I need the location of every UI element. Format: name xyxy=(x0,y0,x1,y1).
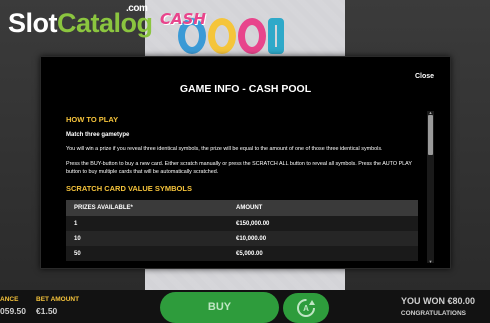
game-logo: CASH xyxy=(160,10,330,58)
autoplay-icon: A xyxy=(297,299,315,317)
modal-title: GAME INFO - CASH POOL xyxy=(179,83,312,95)
table-row: 1 €150,000.00 xyxy=(66,216,418,232)
balance-label: ANCE xyxy=(0,296,19,303)
ring-o2 xyxy=(238,18,266,54)
prize-count: 50 xyxy=(74,250,81,257)
prize-count: 10 xyxy=(74,235,81,242)
balance-value: 059.50 xyxy=(0,306,26,316)
match-three-heading: Match three gametype xyxy=(66,132,130,138)
site-logo: SlotCatalog .com xyxy=(8,3,153,39)
rules-paragraph-2: Press the BUY-button to buy a new card. … xyxy=(66,161,412,176)
prize-amount: €5,000.00 xyxy=(236,250,263,257)
prize-amount: €10,000.00 xyxy=(236,235,267,242)
svg-text:A: A xyxy=(303,304,309,313)
site-logo-com: .com xyxy=(126,3,148,14)
congratulations-text: CONGRATULATIONS xyxy=(400,310,466,317)
autoplay-button[interactable]: A xyxy=(283,293,329,323)
scratch-values-heading: SCRATCH CARD VALUE SYMBOLS xyxy=(66,184,192,194)
close-button[interactable]: Close xyxy=(415,73,434,80)
how-to-play-heading: HOW TO PLAY xyxy=(66,115,119,124)
prize-amount: €150,000.00 xyxy=(236,220,270,227)
game-logo-cash: CASH xyxy=(160,10,206,28)
win-amount: YOU WON €80.00 xyxy=(400,296,475,306)
ring-o1 xyxy=(208,18,236,54)
table-row: 50 €5,000.00 xyxy=(66,246,418,262)
site-logo-slot: Slot xyxy=(8,8,58,38)
ring-l xyxy=(268,18,284,54)
table-row: 10 €10,000.00 xyxy=(66,231,418,247)
game-info-modal: Close GAME INFO - CASH POOL HOW TO PLAY … xyxy=(40,56,451,269)
bet-amount-value[interactable]: €1.50 xyxy=(36,306,57,316)
bet-amount-label: BET AMOUNT xyxy=(36,296,80,303)
rules-paragraph-1: You will win a prize if you reveal three… xyxy=(66,146,383,152)
prize-table: PRIZES AVAILABLE* AMOUNT 1 €150,000.00 1… xyxy=(66,200,418,262)
modal-scrollbar[interactable]: ▲ ▼ xyxy=(427,110,434,264)
header-prizes: PRIZES AVAILABLE* xyxy=(74,205,133,212)
header-amount: AMOUNT xyxy=(236,205,263,212)
prize-table-header: PRIZES AVAILABLE* AMOUNT xyxy=(66,200,418,217)
info-scroll-area[interactable]: HOW TO PLAY Match three gametype You wil… xyxy=(66,113,428,264)
scroll-thumb[interactable] xyxy=(428,115,433,155)
prize-count: 1 xyxy=(74,220,78,227)
scroll-down-arrow-icon[interactable]: ▼ xyxy=(427,259,434,264)
buy-button[interactable]: BUY xyxy=(160,292,279,323)
